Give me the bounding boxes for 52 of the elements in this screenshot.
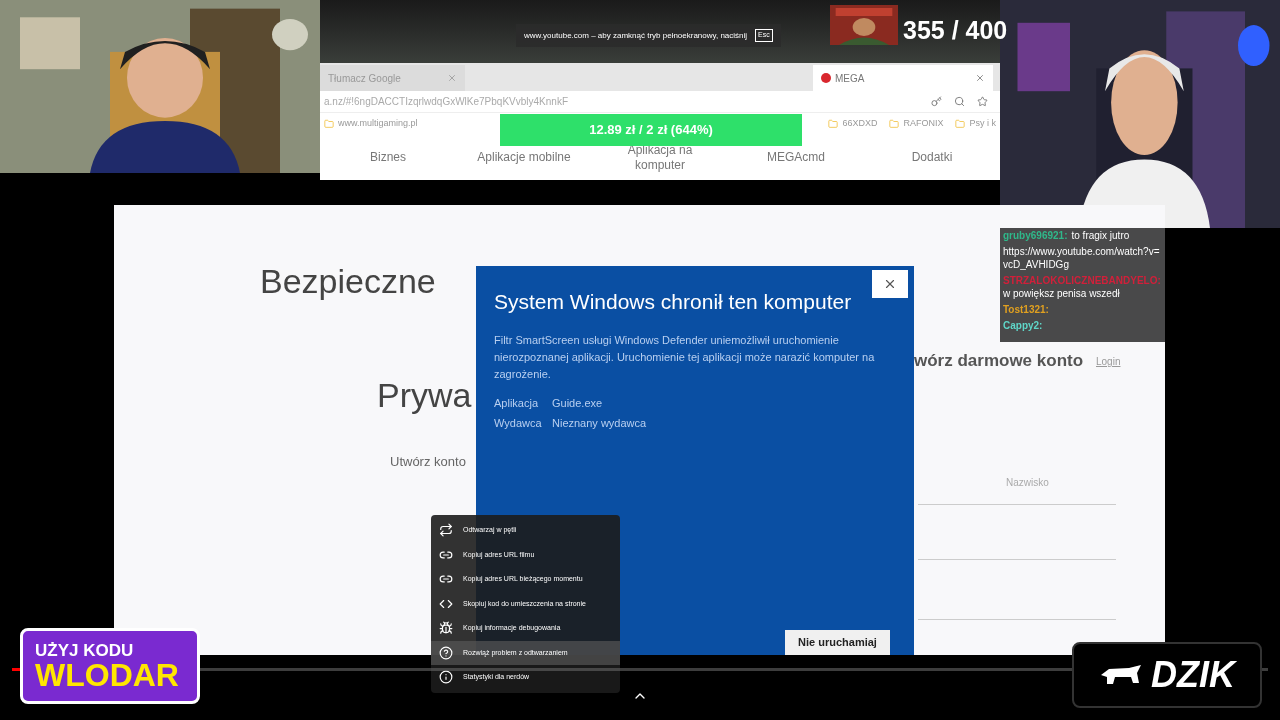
page-headline: Bezpieczne — [260, 261, 436, 302]
chat-username[interactable]: Tost1321: — [1003, 303, 1049, 316]
login-link[interactable]: Login — [1096, 354, 1121, 369]
bookmark[interactable]: RAFONIX — [903, 117, 944, 131]
nav-link[interactable]: Biznes — [340, 150, 436, 165]
close-button[interactable] — [872, 270, 908, 298]
browser-tab[interactable]: MEGA — [813, 65, 993, 91]
folder-icon[interactable] — [324, 119, 334, 129]
zoom-icon[interactable] — [954, 96, 965, 107]
donation-bar: 12.89 zł / 2 zł (644%) — [500, 114, 802, 146]
chat-message: https://www.youtube.com/watch?v=vcD_AVHIDGg — [1003, 245, 1161, 271]
close-icon[interactable] — [447, 73, 457, 83]
bookmark[interactable]: www.multigaming.pl — [338, 117, 418, 131]
info-icon — [439, 670, 453, 685]
address-bar[interactable]: a.nz/#!6ngDACCTIzqrlwdqGxWlKe7PbqKVvbly4KnnkF — [324, 94, 568, 109]
tab-label: MEGA — [835, 71, 865, 86]
page-subheadline: Prywa — [377, 375, 472, 416]
folder-icon[interactable] — [955, 119, 966, 129]
bookmark[interactable]: 66XDXD — [842, 117, 878, 131]
detail-value: Nieznany wydawca — [552, 416, 647, 431]
help-icon — [439, 645, 453, 660]
detail-value: Guide.exe — [552, 395, 603, 411]
bull-icon — [1099, 663, 1143, 687]
star-icon[interactable] — [977, 96, 988, 107]
chat-username[interactable]: Cappy2: — [1003, 319, 1043, 332]
dialog-body: Filtr SmartScreen usługi Windows Defender uniemożliwił uruchomienie nierozpoznanej aplikacji. Uruchomienie tej aplikacji może narazić komputer na zagrożenie. — [494, 332, 876, 382]
detail-label: Aplikacja — [494, 395, 540, 411]
promo-code: WLODAR — [35, 658, 180, 691]
detail-label: Wydawca — [494, 416, 543, 431]
dialog-title: System Windows chronił ten komputer — [494, 289, 853, 315]
chat-message: to fragix jutro — [1071, 229, 1130, 242]
key-icon[interactable] — [931, 96, 942, 107]
sponsor-name: DZIK — [1151, 653, 1235, 697]
folder-icon[interactable] — [889, 119, 900, 129]
promo-line: UŻYJ KODU — [35, 641, 135, 659]
close-icon — [883, 277, 897, 291]
page-link[interactable]: Utwórz konto — [390, 452, 466, 472]
nav-link[interactable]: MEGAcmd — [748, 150, 844, 165]
signup-title: wórz darmowe konto — [914, 350, 1084, 372]
nav-link[interactable]: Dodatki — [884, 150, 980, 165]
repeat-icon — [439, 523, 453, 538]
nav-link[interactable]: Aplikacje mobilne — [476, 150, 572, 165]
close-icon[interactable] — [975, 73, 985, 83]
chat-username[interactable]: gruby696921: — [1003, 229, 1068, 242]
goal-counter: 355 / 400 — [903, 15, 1008, 46]
dont-run-button[interactable]: Nie uruchamiaj — [785, 630, 890, 655]
tab-label: Tłumacz Google — [328, 71, 401, 86]
notice-text: www.youtube.com – aby zamknąć tryb pełnoekranowy, naciśnij — [524, 29, 748, 42]
mega-logo-icon — [821, 73, 831, 83]
chat-message: w powiększ penisa wszedł — [1003, 287, 1120, 300]
bug-icon — [439, 621, 453, 636]
folder-icon[interactable] — [828, 119, 839, 129]
